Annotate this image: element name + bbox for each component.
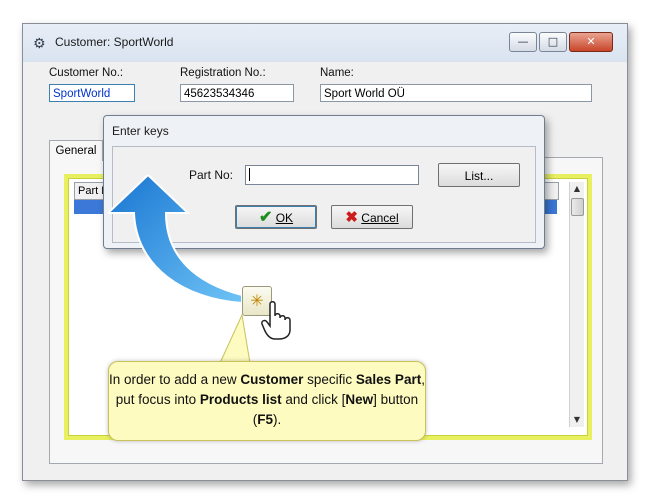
hand-pointer-icon xyxy=(261,301,291,340)
dialog-title: Enter keys xyxy=(112,124,169,138)
callout-tail xyxy=(219,313,251,364)
registration-no-label: Registration No.: xyxy=(180,67,266,79)
callout-text-part: Customer xyxy=(240,372,304,387)
instruction-callout: In order to add a new Customer specific … xyxy=(108,361,426,441)
callout-text-part: Sales Part xyxy=(355,372,422,387)
registration-no-field[interactable]: 45623534346 xyxy=(180,84,294,102)
scroll-thumb[interactable] xyxy=(571,198,584,216)
minimize-button[interactable]: — xyxy=(509,32,537,52)
callout-text-part: New xyxy=(345,392,374,407)
window-title: Customer: SportWorld xyxy=(55,35,174,49)
cancel-button[interactable]: ✖ Cancel xyxy=(331,205,413,229)
part-no-input[interactable] xyxy=(245,165,419,185)
curved-arrow-icon xyxy=(108,175,243,305)
name-field[interactable]: Sport World OÜ xyxy=(320,84,592,102)
title-bar[interactable]: ⚙ Customer: SportWorld — □ ✕ xyxy=(23,24,627,62)
name-label: Name: xyxy=(320,67,354,79)
app-gear-icon: ⚙ xyxy=(33,36,46,52)
callout-text-part: F5 xyxy=(257,412,273,427)
callout-text-part: and click [ xyxy=(281,392,346,407)
vertical-scrollbar[interactable]: ▲ ▼ xyxy=(569,182,584,427)
scroll-up-icon[interactable]: ▲ xyxy=(570,182,584,196)
customer-no-label: Customer No.: xyxy=(49,67,124,79)
callout-text-part: ). xyxy=(273,412,282,427)
scroll-down-icon[interactable]: ▼ xyxy=(570,413,584,427)
cancel-label: Cancel xyxy=(361,211,399,225)
tab-general[interactable]: General xyxy=(49,140,103,161)
customer-no-field[interactable]: SportWorld xyxy=(49,84,135,102)
callout-text-part: In order to add a new xyxy=(109,372,241,387)
maximize-button[interactable]: □ xyxy=(539,32,567,52)
x-mark-icon: ✖ xyxy=(345,209,358,226)
list-button[interactable]: List... xyxy=(438,163,520,187)
ok-label: OK xyxy=(275,211,294,225)
text-caret xyxy=(249,168,250,182)
checkmark-icon: ✔ xyxy=(258,209,273,226)
callout-text-part: Products list xyxy=(199,392,282,407)
callout-text-part: specific xyxy=(303,372,356,387)
close-button[interactable]: ✕ xyxy=(569,32,613,52)
callout-text: In order to add a new Customer specific … xyxy=(109,370,425,430)
